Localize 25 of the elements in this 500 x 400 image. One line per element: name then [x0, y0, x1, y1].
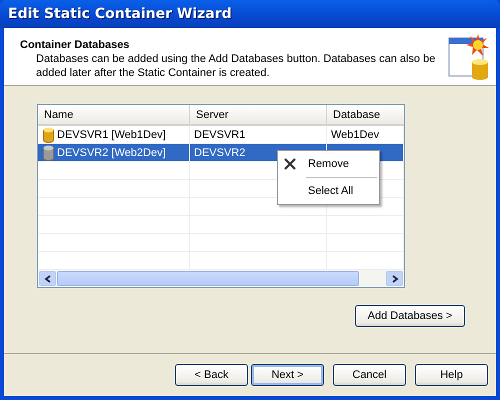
- horizontal-scrollbar[interactable]: [38, 270, 404, 287]
- wizard-button[interactable]: Next >: [251, 364, 324, 386]
- wizard-button[interactable]: < Back: [175, 364, 248, 386]
- page-title: Container Databases: [20, 38, 130, 52]
- column-header[interactable]: Server: [190, 105, 327, 124]
- scroll-thumb[interactable]: [57, 271, 359, 286]
- column-header[interactable]: Database: [327, 105, 404, 124]
- scroll-left-button[interactable]: [39, 271, 56, 286]
- scroll-right-button[interactable]: [386, 271, 403, 286]
- table-cell: DEVSVR2: [194, 146, 246, 158]
- wizard-button[interactable]: Cancel: [333, 364, 406, 386]
- window-database-icon: [448, 32, 490, 82]
- window-title: Edit Static Container Wizard: [8, 6, 232, 22]
- add-databases-button[interactable]: Add Databases >: [355, 305, 465, 327]
- wizard-button[interactable]: Help: [415, 364, 488, 386]
- table-cell: DEVSVR2 [Web2Dev]: [57, 146, 166, 158]
- database-icon: [43, 144, 54, 160]
- database-icon: [43, 126, 54, 142]
- table-cell: Web1Dev: [331, 128, 380, 140]
- table-cell: DEVSVR1: [194, 128, 246, 140]
- menu-item[interactable]: Select All: [278, 180, 379, 202]
- page-description: Databases can be added using the Add Databases button. Databases can also be added later after the Static Container is created.: [35, 52, 436, 80]
- table-cell: DEVSVR1 [Web1Dev]: [57, 128, 166, 140]
- column-header[interactable]: Name: [38, 105, 190, 124]
- close-icon: [284, 158, 296, 170]
